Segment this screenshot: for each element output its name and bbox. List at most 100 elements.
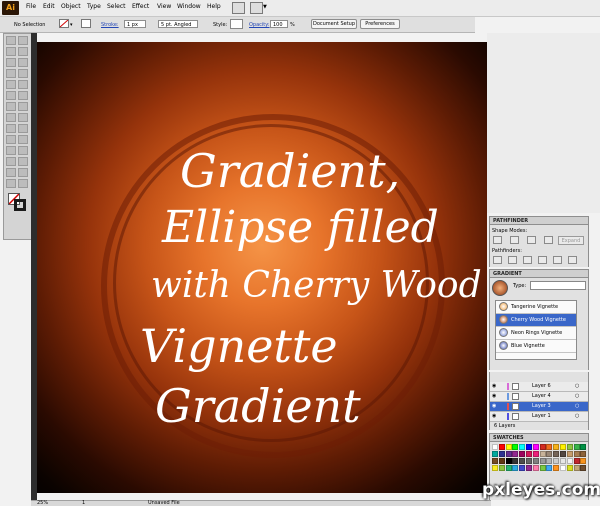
color-swatch[interactable] bbox=[553, 444, 560, 450]
style-swatch[interactable] bbox=[230, 19, 243, 29]
color-swatch[interactable] bbox=[539, 444, 546, 450]
color-swatch[interactable] bbox=[519, 451, 526, 457]
zoom-level[interactable]: 25% bbox=[37, 500, 48, 506]
color-swatch[interactable] bbox=[573, 465, 580, 471]
blend-tool-icon[interactable] bbox=[18, 146, 28, 155]
color-swatch[interactable] bbox=[539, 451, 546, 457]
stroke-weight-field[interactable]: 1 px bbox=[124, 20, 146, 28]
minus-back-icon[interactable] bbox=[568, 256, 577, 264]
lasso-tool-icon[interactable] bbox=[18, 47, 28, 56]
color-swatch[interactable] bbox=[573, 451, 580, 457]
preferences-button[interactable]: Preferences bbox=[360, 19, 400, 29]
arrange-documents-icon[interactable] bbox=[250, 2, 263, 14]
color-swatch[interactable] bbox=[566, 458, 573, 464]
color-swatch[interactable] bbox=[519, 444, 526, 450]
color-swatch[interactable] bbox=[566, 451, 573, 457]
exclude-icon[interactable] bbox=[544, 236, 553, 244]
type-tool-icon[interactable] bbox=[18, 58, 28, 67]
color-swatch[interactable] bbox=[553, 451, 560, 457]
gradient-tool-icon[interactable] bbox=[18, 135, 28, 144]
color-swatch[interactable] bbox=[492, 444, 498, 450]
menu-object[interactable]: Object bbox=[61, 3, 81, 10]
menu-edit[interactable]: Edit bbox=[43, 3, 55, 10]
stroke-color-icon[interactable] bbox=[14, 199, 26, 211]
color-swatch[interactable] bbox=[573, 444, 580, 450]
minus-front-icon[interactable] bbox=[510, 236, 519, 244]
target-icon[interactable]: ○ bbox=[575, 412, 579, 421]
live-paint-tool-icon[interactable] bbox=[6, 157, 16, 166]
visibility-eye-icon[interactable]: ◉ bbox=[492, 382, 496, 391]
color-swatch[interactable] bbox=[553, 458, 560, 464]
pathfinder-panel-header[interactable]: PATHFINDER bbox=[489, 216, 589, 225]
warp-tool-icon[interactable] bbox=[6, 113, 16, 122]
symbol-sprayer-tool-icon[interactable] bbox=[6, 124, 16, 133]
gradient-preview-icon[interactable] bbox=[492, 280, 508, 296]
color-swatch[interactable] bbox=[505, 444, 512, 450]
slice-tool-icon[interactable] bbox=[18, 168, 28, 177]
visibility-eye-icon[interactable]: ◉ bbox=[492, 392, 496, 401]
layer-row[interactable]: ◉ Layer 6 ○ bbox=[490, 382, 588, 392]
color-swatch[interactable] bbox=[512, 458, 519, 464]
opacity-field[interactable]: 100 bbox=[270, 20, 288, 28]
color-swatch[interactable] bbox=[566, 465, 573, 471]
menu-type[interactable]: Type bbox=[87, 3, 101, 10]
color-swatch[interactable] bbox=[580, 444, 587, 450]
color-swatch[interactable] bbox=[566, 444, 573, 450]
color-swatch[interactable] bbox=[512, 444, 519, 450]
color-swatch[interactable] bbox=[553, 465, 560, 471]
mesh-tool-icon[interactable] bbox=[6, 135, 16, 144]
color-swatch[interactable] bbox=[560, 451, 566, 457]
crop-area-tool-icon[interactable] bbox=[6, 168, 16, 177]
color-swatch[interactable] bbox=[546, 444, 553, 450]
color-swatch[interactable] bbox=[560, 458, 566, 464]
opacity-label[interactable]: Opacity: bbox=[249, 22, 270, 28]
visibility-eye-icon[interactable]: ◉ bbox=[492, 412, 496, 421]
color-swatch[interactable] bbox=[532, 451, 539, 457]
rectangle-tool-icon[interactable] bbox=[18, 69, 28, 78]
color-swatch[interactable] bbox=[539, 465, 546, 471]
target-icon[interactable]: ○ bbox=[575, 392, 579, 401]
visibility-eye-icon[interactable]: ◉ bbox=[492, 402, 496, 411]
pen-tool-icon[interactable] bbox=[6, 58, 16, 67]
expand-button[interactable]: Expand bbox=[558, 236, 584, 245]
magic-wand-tool-icon[interactable] bbox=[6, 47, 16, 56]
page-number[interactable]: 1 bbox=[82, 500, 85, 506]
line-segment-tool-icon[interactable] bbox=[6, 69, 16, 78]
color-swatch[interactable] bbox=[505, 465, 512, 471]
pencil-tool-icon[interactable] bbox=[18, 80, 28, 89]
color-swatch[interactable] bbox=[526, 465, 532, 471]
layer-row[interactable]: ◉ Layer 3 ○ bbox=[490, 402, 588, 412]
color-swatch[interactable] bbox=[505, 451, 512, 457]
artboard-canvas[interactable]: Gradient, Ellipse filled with Cherry Woo… bbox=[37, 42, 487, 493]
menu-select[interactable]: Select bbox=[107, 3, 126, 10]
target-icon[interactable]: ○ bbox=[575, 382, 579, 391]
menu-window[interactable]: Window bbox=[177, 3, 201, 10]
bridge-icon[interactable] bbox=[232, 2, 245, 14]
gradient-list-item[interactable]: Cherry Wood Vignette bbox=[496, 314, 576, 327]
color-swatch[interactable] bbox=[512, 451, 519, 457]
hand-tool-icon[interactable] bbox=[6, 179, 16, 188]
color-swatch[interactable] bbox=[512, 465, 519, 471]
unite-icon[interactable] bbox=[493, 236, 502, 244]
color-swatch[interactable] bbox=[560, 444, 566, 450]
swatches-panel-header[interactable]: SWATCHES bbox=[489, 433, 589, 442]
menu-view[interactable]: View bbox=[157, 3, 171, 10]
color-swatch[interactable] bbox=[498, 458, 505, 464]
fill-swatch[interactable] bbox=[59, 19, 69, 28]
eraser-tool-icon[interactable] bbox=[18, 91, 28, 100]
color-swatch[interactable] bbox=[492, 458, 498, 464]
eyedropper-tool-icon[interactable] bbox=[6, 146, 16, 155]
color-swatch[interactable] bbox=[498, 465, 505, 471]
color-swatch[interactable] bbox=[526, 458, 532, 464]
live-paint-selection-tool-icon[interactable] bbox=[18, 157, 28, 166]
divide-icon[interactable] bbox=[493, 256, 502, 264]
paintbrush-tool-icon[interactable] bbox=[6, 80, 16, 89]
color-swatch[interactable] bbox=[546, 465, 553, 471]
blob-brush-tool-icon[interactable] bbox=[6, 91, 16, 100]
gradient-list-item[interactable]: Tangerine Vignette bbox=[496, 301, 576, 314]
intersect-icon[interactable] bbox=[527, 236, 536, 244]
color-swatch[interactable] bbox=[498, 451, 505, 457]
color-swatch[interactable] bbox=[532, 458, 539, 464]
direct-selection-tool-icon[interactable] bbox=[18, 36, 28, 45]
menu-effect[interactable]: Effect bbox=[132, 3, 149, 10]
